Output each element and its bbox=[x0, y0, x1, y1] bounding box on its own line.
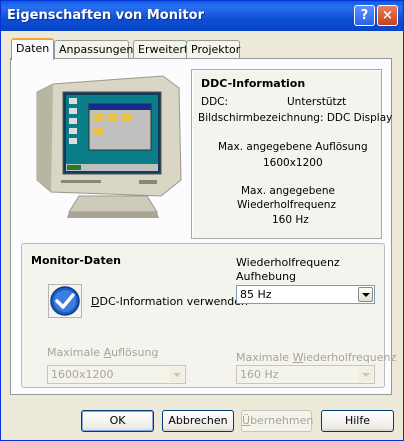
apply-button[interactable]: Übernehmen bbox=[241, 410, 314, 432]
max-resolution-value: 1600x1200 bbox=[51, 368, 114, 381]
refresh-override-label-1: Wiederholfrequenz bbox=[236, 256, 340, 269]
cancel-button[interactable]: Abbrechen bbox=[162, 410, 234, 432]
max-resolution-select[interactable]: 1600x1200 bbox=[47, 365, 186, 384]
max-resolution-label: Maximale Auflösung bbox=[47, 346, 158, 359]
max-freq-label-2: Wiederholfrequenz bbox=[237, 199, 336, 211]
tab-erweitert[interactable]: Erweitert bbox=[133, 40, 188, 58]
use-ddc-label[interactable]: DDC-Information verwenden bbox=[91, 295, 248, 308]
close-button[interactable]: × bbox=[377, 5, 398, 26]
chevron-down-icon[interactable] bbox=[169, 367, 184, 382]
max-freq-label-1: Max. angegebene bbox=[241, 185, 335, 197]
help-title-button[interactable]: ? bbox=[354, 5, 375, 26]
apply-label: bernehmen bbox=[250, 414, 314, 427]
refresh-override-select[interactable]: 85 Hz bbox=[236, 285, 375, 304]
refresh-override-label-2: Aufhebung bbox=[236, 270, 297, 283]
ddc-check-icon[interactable] bbox=[48, 284, 82, 318]
max-freq-label-post: iederholfrequenz bbox=[303, 351, 397, 364]
max-res-label-pre: Maximale bbox=[47, 346, 104, 359]
max-res-mnemonic: A bbox=[103, 346, 112, 359]
max-res-label-post: uflösung bbox=[111, 346, 159, 359]
monitor-name-line: Bildschirmbezeichnung: DDC Display bbox=[198, 112, 393, 124]
use-ddc-label-text: DC-Information verwenden bbox=[99, 295, 249, 308]
ddc-support-label: DDC: bbox=[201, 96, 229, 108]
chevron-down-icon[interactable] bbox=[358, 367, 373, 382]
max-freq-value: 160 Hz bbox=[272, 214, 309, 226]
max-refresh-select[interactable]: 160 Hz bbox=[236, 365, 375, 384]
refresh-override-value: 85 Hz bbox=[240, 288, 272, 301]
max-refresh-label: Maximale Wiederholfrequenz bbox=[236, 351, 396, 364]
ok-button[interactable]: OK bbox=[81, 410, 154, 432]
max-refresh-value: 160 Hz bbox=[240, 368, 279, 381]
window-title: Eigenschaften von Monitor bbox=[7, 8, 204, 23]
max-res-value: 1600x1200 bbox=[263, 157, 323, 169]
tab-anpassungen[interactable]: Anpassungen bbox=[54, 40, 133, 58]
max-freq-label-pre: Maximale bbox=[236, 351, 293, 364]
title-bar[interactable]: Eigenschaften von Monitor ? × bbox=[1, 1, 403, 31]
ddc-support-value: Unterstützt bbox=[287, 96, 347, 108]
help-button[interactable]: Hilfe bbox=[321, 410, 394, 432]
properties-window: Eigenschaften von Monitor ? × Daten Anpa… bbox=[0, 0, 404, 441]
monitor-icon bbox=[36, 75, 182, 218]
tab-daten[interactable]: Daten bbox=[11, 38, 54, 60]
max-freq-mnemonic: W bbox=[292, 351, 304, 364]
tab-projektor[interactable]: Projektor bbox=[186, 40, 240, 58]
max-res-label: Max. angegebene Auflösung bbox=[218, 141, 368, 153]
chevron-down-icon[interactable] bbox=[358, 287, 373, 302]
monitor-data-title: Monitor-Daten bbox=[31, 254, 122, 267]
apply-mnemonic: Ü bbox=[242, 414, 251, 427]
ddc-info-title: DDC-Information bbox=[201, 77, 306, 90]
